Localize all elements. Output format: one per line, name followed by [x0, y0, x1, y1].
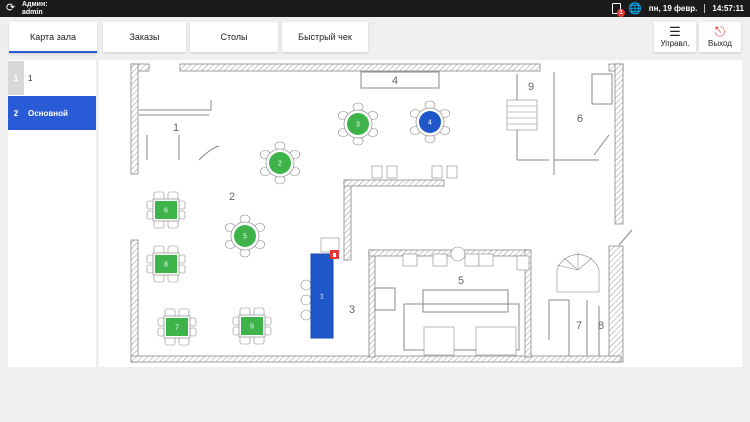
- room-label-4: 4: [392, 75, 398, 87]
- hall-item-1[interactable]: 1 1: [8, 61, 96, 95]
- tab-orders[interactable]: Заказы: [103, 22, 186, 52]
- table-label: 9: [250, 324, 254, 331]
- globe-icon[interactable]: 🌐: [628, 2, 642, 15]
- top-status-bar: ⟳ Админ: admin 1 🌐 пн, 19 февр. 14:57:11: [0, 0, 750, 17]
- table-1[interactable]: 1: [310, 253, 334, 339]
- hall-name: 1: [28, 73, 33, 83]
- notifications-icon[interactable]: 1: [612, 3, 626, 17]
- hall-number: 2: [13, 108, 19, 118]
- table-7[interactable]: 7: [157, 308, 197, 346]
- user-name: admin: [22, 8, 43, 16]
- time-label: 14:57:11: [712, 4, 744, 13]
- room-label-8: 8: [598, 320, 604, 332]
- manage-button[interactable]: ☰ Управл.: [654, 22, 696, 52]
- floor-map: 1 2 3 4 5 6 7 8 9 1 2 3 4 5 6 7 8 9: [99, 60, 742, 367]
- furniture: [300, 165, 530, 356]
- hall-list: 1 1 2 Основной: [8, 60, 96, 367]
- menu-icon: ☰: [669, 24, 681, 39]
- room-label-5: 5: [458, 275, 464, 287]
- table-label: 7: [175, 325, 179, 332]
- table-label: 4: [428, 120, 432, 127]
- user-role-label: Админ:: [22, 1, 48, 8]
- room-label-1: 1: [173, 122, 179, 134]
- room-label-3: 3: [349, 304, 355, 316]
- room-label-9: 9: [528, 81, 534, 93]
- table-6[interactable]: 6: [146, 191, 186, 229]
- date-label: пн, 19 февр.: [648, 4, 698, 13]
- notification-badge: 1: [617, 9, 626, 17]
- table-label: 3: [356, 122, 360, 129]
- table-label: 1: [320, 294, 324, 301]
- table-4[interactable]: 4: [409, 100, 451, 144]
- table-label: 5: [243, 234, 247, 241]
- partitions: [139, 71, 633, 356]
- floor-plan-svg: 1 2 3 4 5 6 7 8 9 1 2 3 4 5 6 7 8 9: [130, 63, 633, 363]
- exit-label: Выход: [708, 39, 732, 48]
- room-label-7: 7: [576, 320, 582, 332]
- table-label: 8: [164, 262, 168, 269]
- hall-number: 1: [8, 61, 24, 95]
- tab-quick-check[interactable]: Быстрый чек: [282, 22, 368, 52]
- table-label: 2: [278, 161, 282, 168]
- table-2[interactable]: 2: [259, 141, 301, 185]
- table-label: 6: [164, 208, 168, 215]
- exit-button[interactable]: ⎋ Выход: [699, 22, 741, 52]
- manage-label: Управл.: [660, 39, 690, 48]
- room-label-6: 6: [577, 113, 583, 125]
- table-9[interactable]: 9: [232, 307, 272, 345]
- sync-icon[interactable]: ⟳: [6, 2, 15, 15]
- table-3[interactable]: 3: [337, 102, 379, 146]
- current-user: Админ: admin: [22, 1, 48, 16]
- lock-icon: [330, 250, 339, 259]
- tab-hall-map[interactable]: Карта зала: [9, 22, 97, 53]
- logout-icon: ⎋: [714, 24, 726, 39]
- divider: [704, 4, 706, 13]
- room-label-2: 2: [229, 191, 235, 203]
- table-8[interactable]: 8: [146, 245, 186, 283]
- table-5[interactable]: 5: [224, 214, 266, 258]
- hall-item-main[interactable]: 2 Основной: [8, 96, 96, 130]
- tab-tables[interactable]: Столы: [190, 22, 278, 52]
- hall-name: Основной: [28, 108, 68, 118]
